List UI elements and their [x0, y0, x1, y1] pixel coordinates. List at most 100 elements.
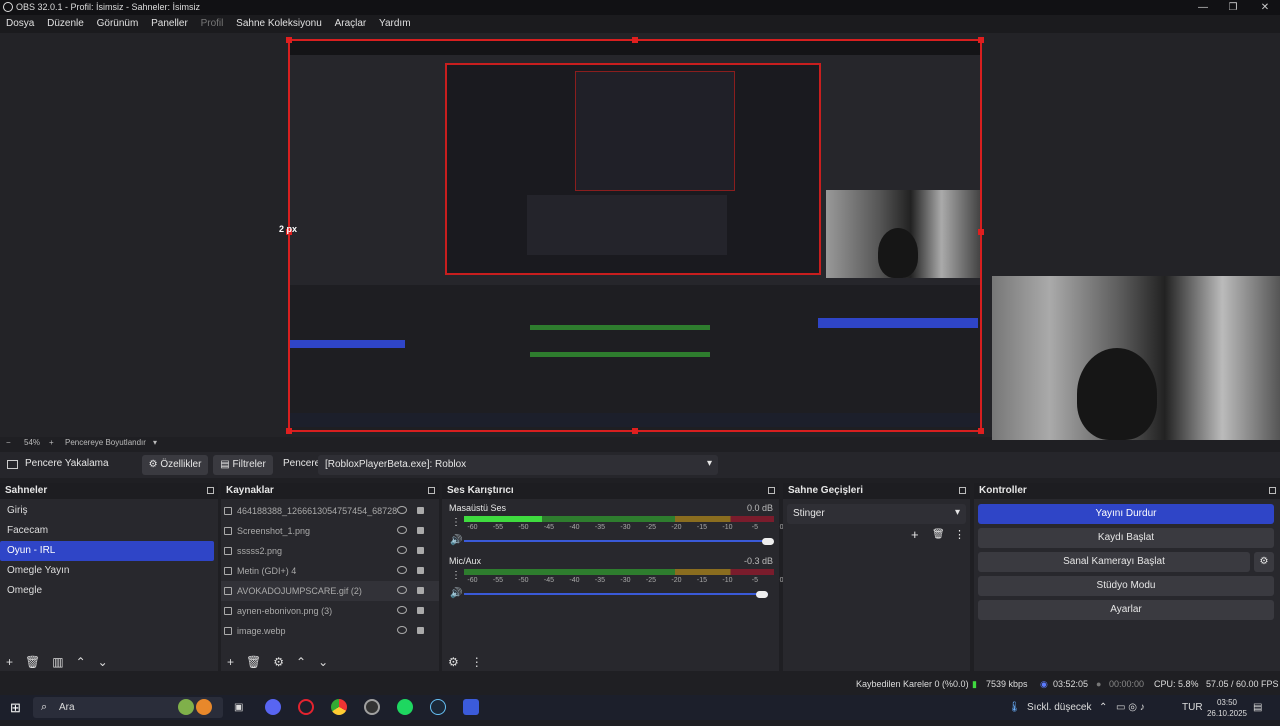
properties-button[interactable]: ⚙ Özellikler: [142, 455, 208, 475]
add-icon[interactable]: +: [911, 527, 919, 542]
chevron-down-icon[interactable]: ▾: [153, 437, 157, 449]
source-item[interactable]: AVOKADOJUMPSCARE.gif (2): [221, 581, 439, 601]
close-icon[interactable]: ✕: [1250, 0, 1280, 15]
kebab-icon[interactable]: ⋮: [954, 528, 965, 541]
resize-handle[interactable]: [978, 37, 984, 43]
scene-item-selected[interactable]: Oyun - IRL: [0, 541, 214, 561]
scene-item[interactable]: Facecam: [0, 521, 218, 541]
advanced-audio-icon[interactable]: ⚙: [448, 655, 459, 669]
kebab-icon[interactable]: ⋮: [471, 655, 483, 669]
lock-icon[interactable]: [417, 627, 424, 634]
studio-mode-button[interactable]: Stüdyo Modu: [978, 576, 1274, 596]
lock-icon[interactable]: [417, 567, 424, 574]
menu-profile[interactable]: Profil: [201, 18, 224, 29]
eye-icon[interactable]: [397, 626, 407, 634]
spotify-icon[interactable]: [397, 699, 413, 715]
filter-icon[interactable]: ▥: [52, 655, 63, 669]
popout-icon[interactable]: [959, 487, 966, 494]
stop-stream-button[interactable]: Yayını Durdur: [978, 504, 1274, 524]
menu-file[interactable]: Dosya: [6, 18, 34, 29]
opera-icon[interactable]: [298, 699, 314, 715]
menu-docks[interactable]: Paneller: [151, 18, 188, 29]
menu-edit[interactable]: Düzenle: [47, 18, 84, 29]
resize-handle[interactable]: [632, 37, 638, 43]
eye-icon[interactable]: [397, 566, 407, 574]
speaker-icon[interactable]: 🔊: [450, 588, 462, 599]
lock-icon[interactable]: [417, 587, 424, 594]
scene-item[interactable]: Omegle: [0, 581, 218, 601]
popout-icon[interactable]: [428, 487, 435, 494]
tray-icons[interactable]: ▭ ◎ ♪: [1116, 695, 1145, 720]
restore-icon[interactable]: ❐: [1218, 0, 1248, 15]
popout-icon[interactable]: [1269, 487, 1276, 494]
gear-icon[interactable]: ⚙: [273, 655, 284, 669]
volume-slider[interactable]: [464, 540, 768, 542]
lock-icon[interactable]: [417, 547, 424, 554]
down-icon[interactable]: ⌄: [318, 655, 328, 669]
language[interactable]: TUR: [1182, 695, 1203, 720]
lock-icon[interactable]: [417, 527, 424, 534]
obs-icon[interactable]: [364, 699, 380, 715]
trash-icon[interactable]: 🗑: [25, 655, 40, 669]
eye-icon[interactable]: [397, 586, 407, 594]
chrome-icon[interactable]: [331, 699, 347, 715]
transition-select[interactable]: Stinger ▾: [787, 504, 966, 524]
settings-button[interactable]: Ayarlar: [978, 600, 1274, 620]
trash-icon[interactable]: 🗑: [246, 655, 261, 669]
clock-date[interactable]: 26.10.2025: [1203, 701, 1251, 726]
trash-icon[interactable]: 🗑: [932, 529, 945, 540]
resize-handle[interactable]: [978, 428, 984, 434]
virtualcam-settings-gear-icon[interactable]: ⚙: [1254, 552, 1274, 572]
resize-handle[interactable]: [286, 37, 292, 43]
source-item[interactable]: aynen-ebonivon.png (3): [221, 601, 439, 621]
volume-slider[interactable]: [464, 593, 768, 595]
volume-knob[interactable]: [762, 538, 774, 545]
app-icon[interactable]: [463, 699, 479, 715]
popout-icon[interactable]: [207, 487, 214, 494]
taskbar-search[interactable]: ⌕ Ara: [33, 697, 223, 718]
source-item[interactable]: sssss2.png: [221, 541, 439, 561]
eye-icon[interactable]: [397, 546, 407, 554]
speaker-icon[interactable]: 🔊: [450, 535, 462, 546]
eye-icon[interactable]: [397, 606, 407, 614]
scene-item[interactable]: Omegle Yayın: [0, 561, 218, 581]
task-view-icon[interactable]: ▣: [234, 695, 243, 720]
chevron-up-icon[interactable]: ⌃: [1099, 695, 1107, 720]
source-item[interactable]: Metin (GDI+) 4: [221, 561, 439, 581]
discord-icon[interactable]: [265, 699, 281, 715]
eye-icon[interactable]: [397, 526, 407, 534]
menu-tools[interactable]: Araçlar: [335, 18, 367, 29]
menu-help[interactable]: Yardım: [379, 18, 411, 29]
add-icon[interactable]: +: [6, 655, 13, 669]
resize-handle[interactable]: [632, 428, 638, 434]
resize-handle[interactable]: [286, 428, 292, 434]
popout-icon[interactable]: [768, 487, 775, 494]
lock-icon[interactable]: [417, 607, 424, 614]
menu-view[interactable]: Görünüm: [97, 18, 139, 29]
steam-icon[interactable]: [430, 699, 446, 715]
window-select[interactable]: [RobloxPlayerBeta.exe]: Roblox ▾: [318, 455, 718, 475]
start-virtualcam-button[interactable]: Sanal Kamerayı Başlat: [978, 552, 1250, 572]
filters-button[interactable]: ▤ Filtreler: [213, 455, 273, 475]
start-record-button[interactable]: Kaydı Başlat: [978, 528, 1274, 548]
scene-item[interactable]: Giriş: [0, 501, 218, 521]
down-icon[interactable]: ⌄: [98, 655, 108, 669]
resize-handle[interactable]: [978, 229, 984, 235]
zoom-in-button[interactable]: +: [49, 437, 54, 449]
eye-icon[interactable]: [397, 506, 407, 514]
source-item[interactable]: Screenshot_1.png: [221, 521, 439, 541]
source-item[interactable]: 464188388_1266613054757454_68728: [221, 501, 439, 521]
up-icon[interactable]: ⌃: [296, 655, 306, 669]
windows-start-icon[interactable]: ⊞: [10, 695, 21, 720]
source-item[interactable]: image.webp: [221, 621, 439, 641]
zoom-out-button[interactable]: −: [6, 437, 11, 449]
notification-icon[interactable]: ▤: [1253, 695, 1262, 720]
up-icon[interactable]: ⌃: [76, 655, 86, 669]
fit-to-window[interactable]: Pencereye Boyutlandır: [65, 437, 146, 449]
add-icon[interactable]: +: [227, 655, 234, 669]
minimize-icon[interactable]: —: [1188, 0, 1218, 15]
weather-text[interactable]: Sıckl. düşecek: [1027, 695, 1091, 720]
menu-scene-collection[interactable]: Sahne Koleksiyonu: [236, 18, 322, 29]
volume-knob[interactable]: [756, 591, 768, 598]
lock-icon[interactable]: [417, 507, 424, 514]
